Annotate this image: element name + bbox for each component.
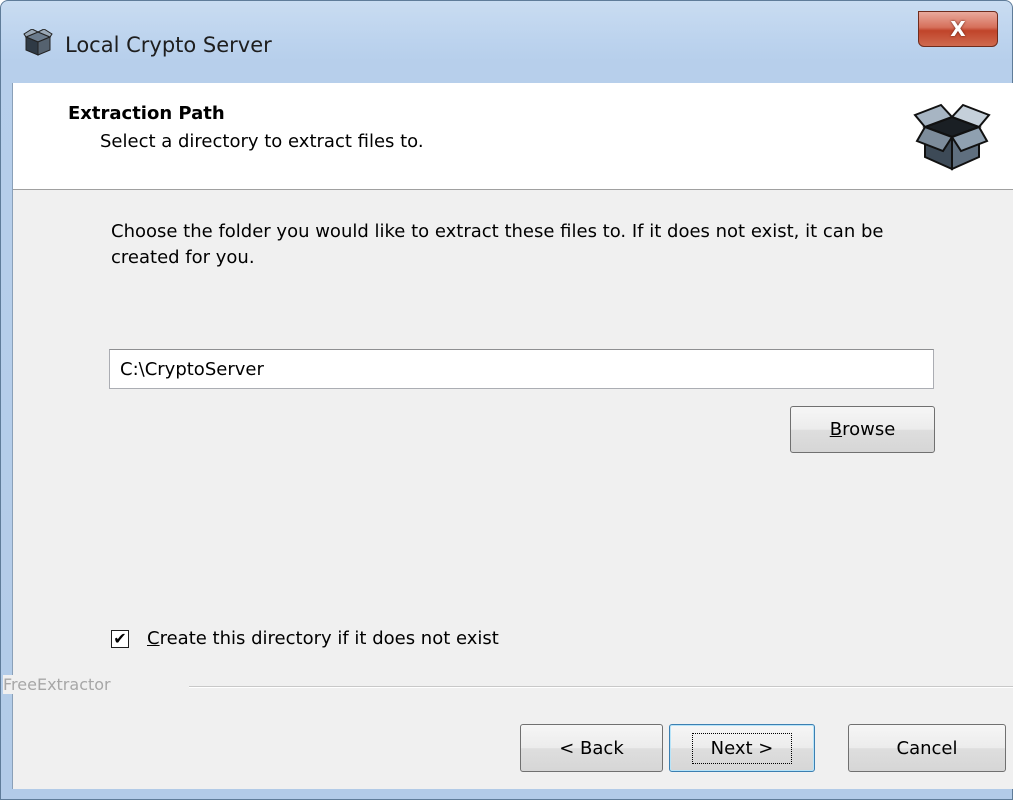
title-bar[interactable]: Local Crypto Server X [1, 1, 1012, 83]
box-icon [913, 103, 991, 171]
create-directory-option[interactable]: ✔ Create this directory if it does not e… [111, 628, 499, 649]
close-icon: X [950, 17, 966, 41]
create-directory-checkbox[interactable]: ✔ [111, 629, 129, 648]
instructions-text: Choose the folder you would like to extr… [111, 221, 884, 268]
extraction-path-input[interactable] [109, 349, 934, 389]
installer-window: Local Crypto Server X Extraction Path Se… [0, 0, 1013, 800]
brand-label: FreeExtractor [3, 675, 123, 694]
browse-label: rowse [842, 419, 896, 440]
next-button[interactable]: Next > [669, 724, 815, 772]
page-subtitle: Select a directory to extract files to. [100, 131, 424, 152]
header-band: Extraction Path Select a directory to ex… [13, 83, 1013, 190]
create-directory-label[interactable]: Create this directory if it does not exi… [147, 628, 499, 649]
browse-button[interactable]: Browse [790, 406, 935, 453]
box-icon [23, 29, 53, 56]
window-title: Local Crypto Server [65, 33, 272, 57]
divider [189, 686, 1013, 688]
close-button[interactable]: X [918, 11, 998, 47]
footer-group: FreeExtractor [3, 675, 1013, 695]
back-button[interactable]: < Back [520, 724, 663, 772]
next-label: Next > [691, 732, 793, 764]
cancel-button[interactable]: Cancel [848, 724, 1006, 772]
dialog-client-area: Extraction Path Select a directory to ex… [3, 83, 1013, 789]
checkbox-mnemonic: C [147, 628, 160, 649]
browse-mnemonic: B [829, 419, 843, 440]
checkbox-label-text: reate this directory if it does not exis… [159, 628, 499, 649]
page-title: Extraction Path [68, 103, 225, 124]
